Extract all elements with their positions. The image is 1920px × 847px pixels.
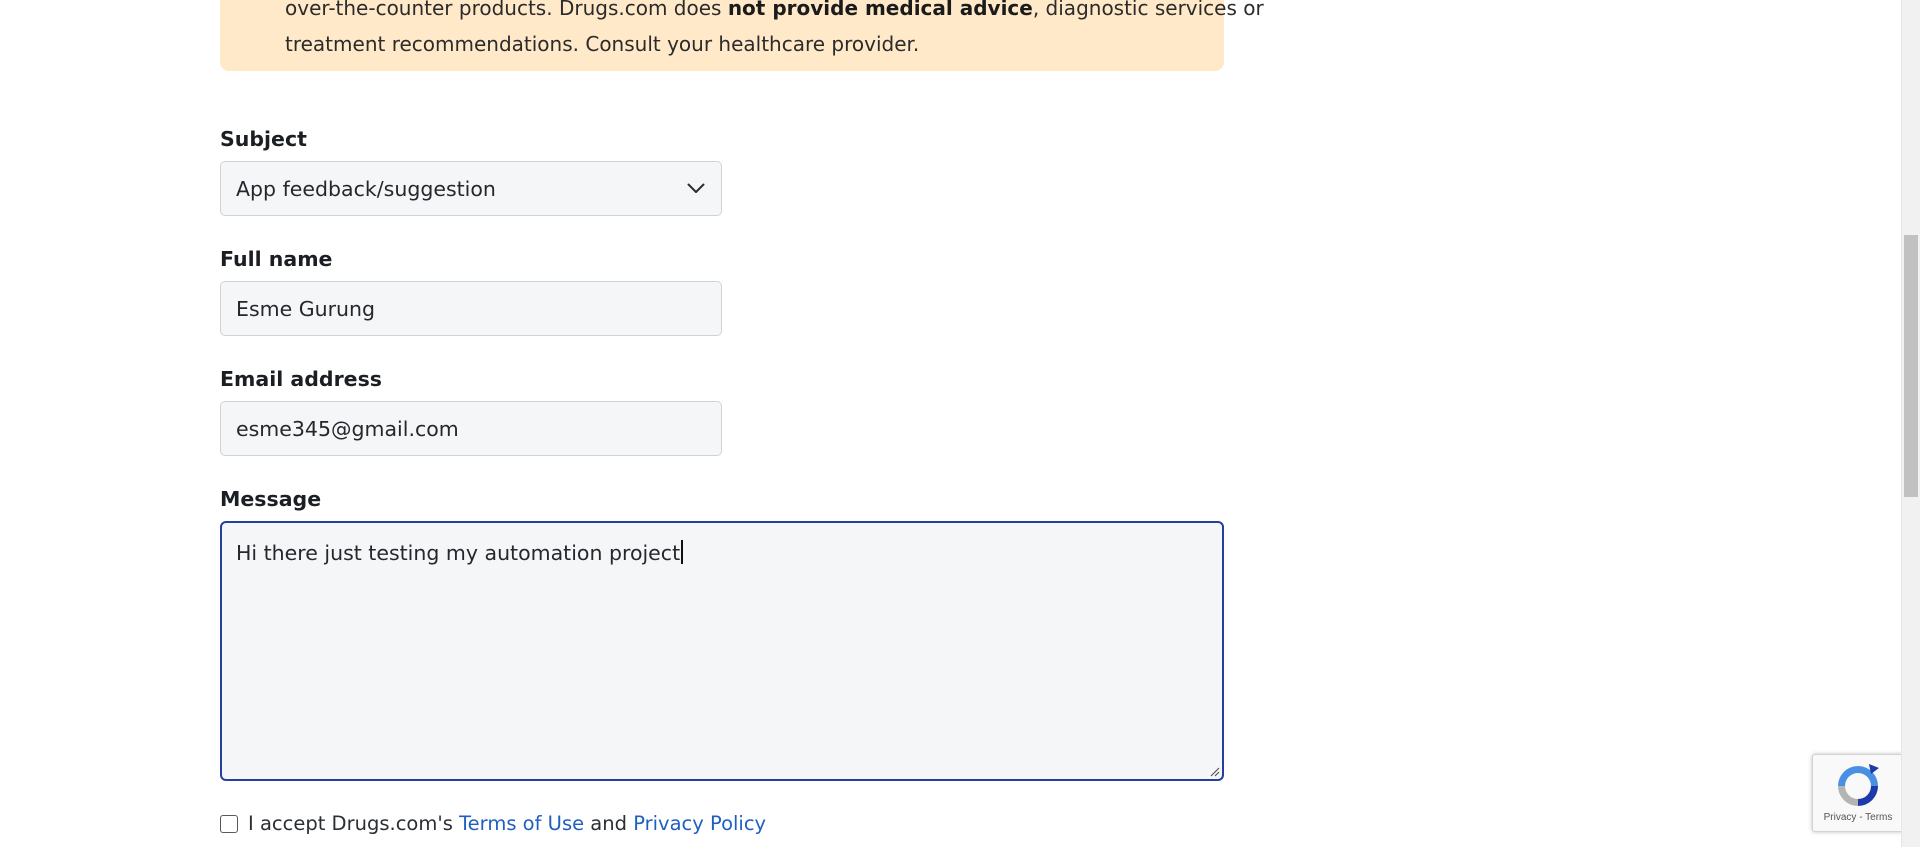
- message-value: Hi there just testing my automation proj…: [236, 541, 681, 565]
- subject-selected-value: App feedback/suggestion: [236, 176, 496, 201]
- notice-line-1: over-the-counter products. Drugs.com doe…: [285, 0, 1264, 26]
- full-name-value: Esme Gurung: [236, 296, 376, 321]
- message-label: Message: [220, 487, 322, 511]
- full-name-input[interactable]: Esme Gurung: [220, 281, 722, 336]
- recaptcha-links[interactable]: Privacy - Terms: [1824, 812, 1893, 823]
- page-scrollbar[interactable]: [1901, 0, 1920, 847]
- recaptcha-badge[interactable]: Privacy - Terms: [1812, 754, 1904, 832]
- full-name-label: Full name: [220, 247, 333, 271]
- notice-text-suffix: , diagnostic services or: [1032, 0, 1264, 20]
- recaptcha-logo-icon: [1838, 764, 1879, 806]
- email-input[interactable]: esme345@gmail.com: [220, 401, 722, 456]
- consent-prefix: I accept Drugs.com's: [248, 812, 460, 835]
- scrollbar-thumb[interactable]: [1904, 235, 1918, 497]
- consent-middle: and: [584, 812, 634, 835]
- terms-consent: I accept Drugs.com's Terms of Use and Pr…: [220, 812, 766, 835]
- message-textarea[interactable]: Hi there just testing my automation proj…: [220, 521, 1224, 781]
- notice-line-2: treatment recommendations. Consult your …: [285, 32, 920, 56]
- resize-handle-icon[interactable]: [1210, 767, 1220, 777]
- disclaimer-notice: over-the-counter products. Drugs.com doe…: [220, 0, 1264, 71]
- email-value: esme345@gmail.com: [236, 416, 459, 441]
- subject-label: Subject: [220, 127, 307, 151]
- text-caret: [681, 540, 683, 564]
- terms-of-use-link[interactable]: Terms of Use: [459, 812, 584, 835]
- notice-bold-text: not provide medical advice: [727, 0, 1033, 20]
- notice-text-prefix: over-the-counter products. Drugs.com doe…: [285, 0, 728, 20]
- terms-checkbox[interactable]: [220, 814, 238, 833]
- privacy-policy-link[interactable]: Privacy Policy: [633, 812, 766, 835]
- subject-select[interactable]: App feedback/suggestion: [220, 161, 722, 216]
- chevron-down-icon: [685, 178, 707, 200]
- email-label: Email address: [220, 367, 382, 391]
